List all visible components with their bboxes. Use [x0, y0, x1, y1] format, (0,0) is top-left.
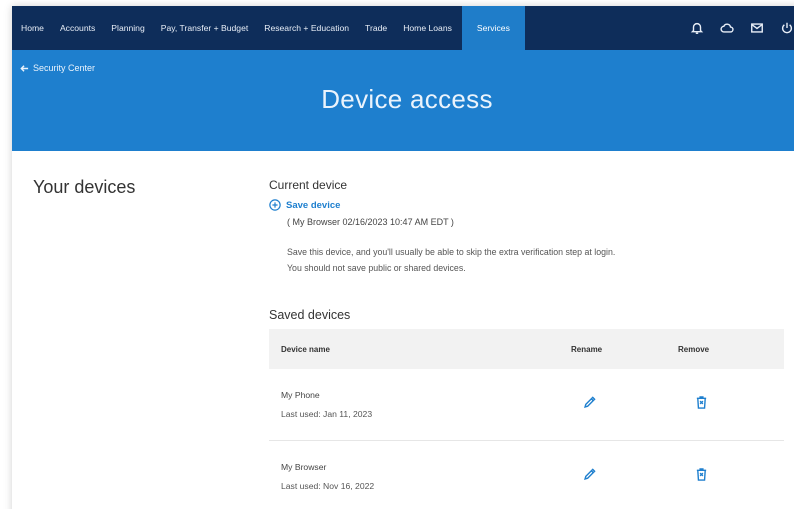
nav-accounts[interactable]: Accounts: [52, 6, 103, 50]
trash-icon[interactable]: [695, 395, 708, 410]
table-row: My Phone Last used: Jan 11, 2023: [269, 369, 784, 441]
rename-cell: [569, 395, 674, 415]
column-header-rename: Rename: [571, 344, 603, 354]
nav-services[interactable]: Services: [461, 6, 525, 50]
device-last-used: Last used: Nov 16, 2022: [281, 481, 375, 491]
nav-home[interactable]: Home: [12, 6, 52, 50]
remove-cell: [674, 395, 784, 415]
device-name: My Browser: [281, 462, 327, 472]
device-name: My Phone: [281, 390, 320, 400]
table-row: My Browser Last used: Nov 16, 2022: [269, 441, 784, 509]
save-device-help-text: Save this device, and you'll usually be …: [287, 244, 767, 276]
device-cell: My Browser Last used: Nov 16, 2022: [269, 462, 569, 491]
table-header-row: Device name Rename Remove: [269, 329, 784, 369]
current-device-heading: Current device: [269, 178, 348, 192]
bell-icon[interactable]: [682, 6, 712, 50]
save-device-label: Save device: [286, 199, 341, 211]
nav-research-education[interactable]: Research + Education: [256, 6, 357, 50]
save-device-button[interactable]: Save device: [269, 199, 340, 211]
nav-home-loans[interactable]: Home Loans: [395, 6, 460, 50]
saved-devices-heading: Saved devices: [269, 308, 351, 322]
app-window: Home Accounts Planning Pay, Transfer + B…: [12, 6, 794, 509]
nav-pay-transfer-budget[interactable]: Pay, Transfer + Budget: [153, 6, 257, 50]
cloud-icon[interactable]: [712, 6, 742, 50]
nav-planning[interactable]: Planning: [103, 6, 152, 50]
pencil-icon[interactable]: [583, 395, 596, 410]
current-browser-info: ( My Browser 02/16/2023 10:47 AM EDT ): [287, 217, 454, 227]
device-cell: My Phone Last used: Jan 11, 2023: [269, 390, 569, 419]
nav-trade[interactable]: Trade: [357, 6, 395, 50]
column-header-device-name: Device name: [281, 344, 330, 354]
nav-icon-group: [682, 6, 794, 50]
help-text-line-2: You should not save public or shared dev…: [287, 263, 466, 273]
back-to-security-center-link[interactable]: Security Center: [20, 63, 95, 73]
back-arrow-icon: [20, 64, 29, 72]
plus-circle-icon: [269, 199, 281, 211]
remove-cell: [674, 467, 784, 487]
back-link-label: Security Center: [33, 63, 96, 73]
mail-icon[interactable]: [742, 6, 772, 50]
trash-icon[interactable]: [695, 467, 708, 482]
page-title: Device access: [321, 84, 493, 114]
page-banner: Security Center Device access: [12, 50, 794, 151]
power-icon[interactable]: [772, 6, 794, 50]
help-text-line-1: Save this device, and you'll usually be …: [287, 247, 616, 257]
column-header-remove: Remove: [678, 344, 710, 354]
saved-devices-table: Device name Rename Remove My Phone Last …: [269, 329, 784, 509]
top-nav: Home Accounts Planning Pay, Transfer + B…: [12, 6, 794, 50]
rename-cell: [569, 467, 674, 487]
your-devices-heading: Your devices: [33, 177, 136, 197]
pencil-icon[interactable]: [583, 467, 596, 482]
device-last-used: Last used: Jan 11, 2023: [281, 409, 373, 419]
